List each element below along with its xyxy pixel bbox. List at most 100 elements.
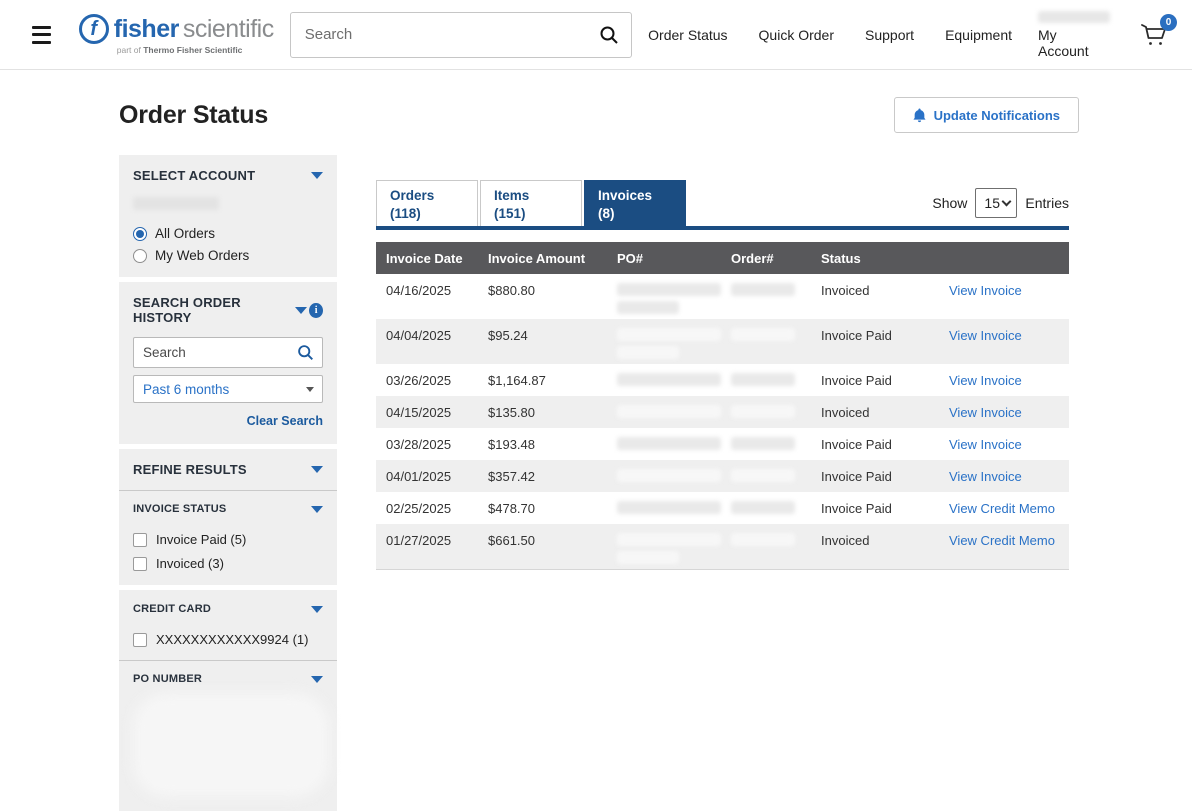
status-cell: Invoice Paid bbox=[811, 437, 939, 456]
invoice-status-title: INVOICE STATUS bbox=[133, 503, 226, 515]
status-cell: Invoice Paid bbox=[811, 469, 939, 488]
hamburger-menu-icon[interactable] bbox=[32, 26, 51, 44]
date-range-select[interactable]: Past 6 months bbox=[133, 375, 323, 403]
col-order: Order# bbox=[721, 251, 811, 266]
result-tabs: Orders(118) Items(151) Invoices(8) bbox=[376, 180, 686, 226]
invoice-amount-cell: $135.80 bbox=[478, 405, 607, 424]
order-cell-redacted bbox=[721, 501, 811, 520]
search-icon[interactable] bbox=[297, 344, 314, 361]
col-invoice-amount: Invoice Amount bbox=[478, 251, 607, 266]
credit-card-po-section: CREDIT CARD XXXXXXXXXXXX9924 (1) PO NUMB… bbox=[119, 590, 337, 811]
filter-credit-card[interactable]: XXXXXXXXXXXX9924 (1) bbox=[133, 632, 323, 647]
invoice-amount-cell: $478.70 bbox=[478, 501, 607, 520]
po-number-header[interactable]: PO NUMBER bbox=[133, 673, 323, 685]
order-history-search-input[interactable] bbox=[143, 345, 297, 360]
cart-button[interactable]: 0 bbox=[1140, 22, 1168, 48]
filter-invoiced[interactable]: Invoiced (3) bbox=[133, 556, 323, 571]
invoice-amount-cell: $661.50 bbox=[478, 533, 607, 565]
my-account-menu[interactable]: My Account bbox=[1038, 11, 1110, 59]
view-invoice-link[interactable]: View Invoice bbox=[949, 405, 1022, 420]
col-invoice-date: Invoice Date bbox=[376, 251, 478, 266]
order-cell-redacted bbox=[721, 328, 811, 360]
nav-quick-order[interactable]: Quick Order bbox=[759, 27, 834, 43]
status-cell: Invoice Paid bbox=[811, 501, 939, 520]
logo-tagline: part of Thermo Fisher Scientific bbox=[79, 45, 274, 55]
select-account-header[interactable]: SELECT ACCOUNT bbox=[133, 168, 323, 183]
nav-equipment[interactable]: Equipment bbox=[945, 27, 1012, 43]
search-icon[interactable] bbox=[599, 25, 619, 45]
po-cell-redacted bbox=[607, 533, 721, 565]
col-po: PO# bbox=[607, 251, 721, 266]
global-search-box bbox=[290, 12, 632, 58]
view-invoice-link[interactable]: View Invoice bbox=[949, 373, 1022, 388]
po-cell-redacted bbox=[607, 469, 721, 488]
chevron-down-icon bbox=[311, 606, 323, 613]
fisher-scientific-logo[interactable]: f fisher scientific part of Thermo Fishe… bbox=[79, 14, 274, 55]
invoices-table: Invoice Date Invoice Amount PO# Order# S… bbox=[376, 242, 1069, 570]
radio-all-orders[interactable]: All Orders bbox=[133, 226, 323, 241]
search-order-history-section: SEARCH ORDER HISTORY i Past 6 months Cle… bbox=[119, 282, 337, 444]
invoice-status-header[interactable]: INVOICE STATUS bbox=[133, 503, 323, 515]
radio-button-icon[interactable] bbox=[133, 227, 147, 241]
status-cell: Invoiced bbox=[811, 283, 939, 315]
chevron-down-icon bbox=[295, 307, 307, 314]
nav-order-status[interactable]: Order Status bbox=[648, 27, 727, 43]
refine-results-title: REFINE RESULTS bbox=[133, 462, 247, 477]
invoice-date-cell: 04/01/2025 bbox=[376, 469, 478, 488]
invoice-date-cell: 03/28/2025 bbox=[376, 437, 478, 456]
show-label: Show bbox=[932, 195, 967, 211]
invoice-amount-cell: $1,164.87 bbox=[478, 373, 607, 392]
bell-icon bbox=[913, 108, 926, 123]
view-invoice-link[interactable]: View Invoice bbox=[949, 437, 1022, 452]
invoice-amount-cell: $880.80 bbox=[478, 283, 607, 315]
table-row: 04/04/2025 $95.24 Invoice Paid View Invo… bbox=[376, 319, 1069, 364]
filters-sidebar: SELECT ACCOUNT All Orders My Web Orders … bbox=[119, 155, 337, 811]
filter-invoice-paid[interactable]: Invoice Paid (5) bbox=[133, 532, 323, 547]
radio-button-icon[interactable] bbox=[133, 249, 147, 263]
my-account-label: My Account bbox=[1038, 27, 1110, 59]
po-cell-redacted bbox=[607, 283, 721, 315]
chevron-down-icon bbox=[311, 506, 323, 513]
view-credit-memo-link[interactable]: View Credit Memo bbox=[949, 501, 1055, 516]
view-invoice-link[interactable]: View Invoice bbox=[949, 469, 1022, 484]
date-range-select-wrap: Past 6 months bbox=[133, 375, 323, 403]
radio-my-web-orders[interactable]: My Web Orders bbox=[133, 248, 323, 263]
checkbox-icon[interactable] bbox=[133, 533, 147, 547]
invoice-date-cell: 01/27/2025 bbox=[376, 533, 478, 565]
checkbox-icon[interactable] bbox=[133, 633, 147, 647]
select-account-title: SELECT ACCOUNT bbox=[133, 168, 255, 183]
status-cell: Invoiced bbox=[811, 533, 939, 565]
tab-underline bbox=[376, 226, 1069, 230]
invoice-date-cell: 04/04/2025 bbox=[376, 328, 478, 360]
checkbox-icon[interactable] bbox=[133, 557, 147, 571]
invoice-date-cell: 02/25/2025 bbox=[376, 501, 478, 520]
status-cell: Invoiced bbox=[811, 405, 939, 424]
tab-orders[interactable]: Orders(118) bbox=[376, 180, 478, 226]
nav-support[interactable]: Support bbox=[865, 27, 914, 43]
view-credit-memo-link[interactable]: View Credit Memo bbox=[949, 533, 1055, 548]
refine-results-header[interactable]: REFINE RESULTS bbox=[133, 462, 323, 477]
update-notifications-button[interactable]: Update Notifications bbox=[894, 97, 1079, 133]
credit-card-header[interactable]: CREDIT CARD bbox=[133, 603, 323, 615]
col-status: Status bbox=[811, 251, 939, 266]
tab-invoices[interactable]: Invoices(8) bbox=[584, 180, 686, 226]
order-cell-redacted bbox=[721, 405, 811, 424]
clear-search-link[interactable]: Clear Search bbox=[247, 414, 323, 428]
view-invoice-link[interactable]: View Invoice bbox=[949, 328, 1022, 343]
table-row: 03/26/2025 $1,164.87 Invoice Paid View I… bbox=[376, 364, 1069, 396]
order-status-main: Orders(118) Items(151) Invoices(8) Show … bbox=[376, 155, 1069, 570]
po-cell-redacted bbox=[607, 437, 721, 456]
chevron-down-icon bbox=[311, 466, 323, 473]
update-notifications-label: Update Notifications bbox=[934, 108, 1060, 123]
chevron-down-icon bbox=[311, 676, 323, 683]
view-invoice-link[interactable]: View Invoice bbox=[949, 283, 1022, 298]
tab-items[interactable]: Items(151) bbox=[480, 180, 582, 226]
page-title: Order Status bbox=[119, 101, 268, 130]
credit-card-title: CREDIT CARD bbox=[133, 603, 211, 615]
info-icon[interactable]: i bbox=[309, 303, 323, 318]
po-number-list-redacted bbox=[133, 693, 329, 797]
entries-per-page-select[interactable]: 15 bbox=[975, 188, 1017, 218]
global-search-input[interactable] bbox=[305, 26, 599, 43]
search-order-history-header[interactable]: SEARCH ORDER HISTORY i bbox=[133, 295, 323, 325]
table-row: 03/28/2025 $193.48 Invoice Paid View Inv… bbox=[376, 428, 1069, 460]
